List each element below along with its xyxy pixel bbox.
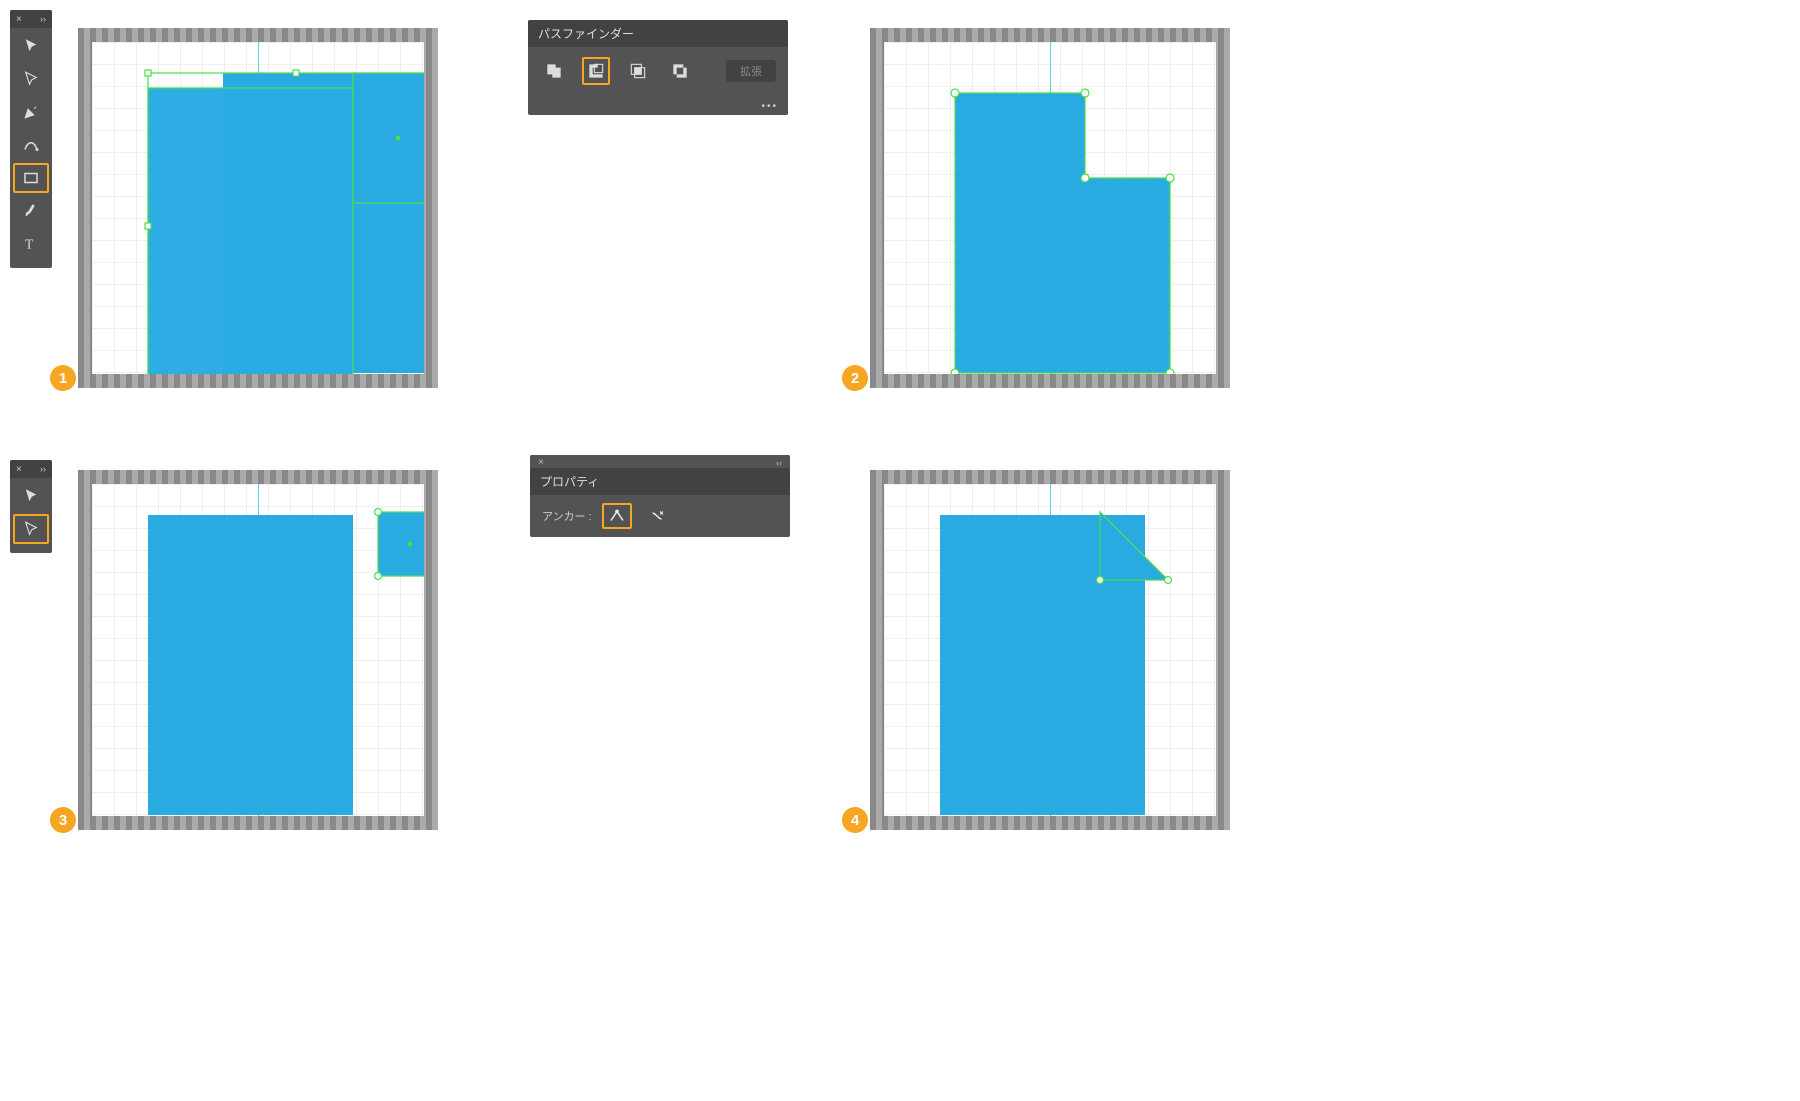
pathfinder-panel: パスファインダー 拡張 ••• — [528, 20, 788, 115]
canvas-step-2[interactable] — [870, 28, 1230, 388]
artwork-step-2 — [870, 28, 1230, 388]
pathfinder-unite[interactable] — [540, 57, 568, 85]
convert-to-corner[interactable] — [602, 503, 632, 529]
step-badge-3: 3 — [50, 807, 76, 833]
artwork-step-4 — [870, 470, 1230, 830]
direct-selection-tool[interactable] — [13, 514, 49, 544]
collapse-icon[interactable]: ›› — [40, 14, 46, 24]
close-icon[interactable]: × — [538, 457, 544, 468]
collapse-icon[interactable]: ‹‹ — [776, 458, 782, 468]
selection-tool[interactable] — [13, 481, 49, 511]
canvas-step-1[interactable] — [78, 28, 438, 388]
anchor-label: アンカー : — [542, 508, 592, 524]
pathfinder-title: パスファインダー — [538, 25, 778, 42]
toolbar-header: × ›› — [10, 10, 52, 28]
toolbar-header: × ›› — [10, 460, 52, 478]
direct-selection-tool[interactable] — [13, 64, 49, 94]
pathfinder-expand-button[interactable]: 拡張 — [726, 60, 776, 82]
step-badge-1: 1 — [50, 365, 76, 391]
properties-header: プロパティ — [530, 468, 790, 495]
properties-close-row: × ‹‹ — [530, 455, 790, 468]
selection-tool[interactable] — [13, 31, 49, 61]
close-icon[interactable]: × — [16, 464, 22, 475]
toolbar-panel: × ›› T — [10, 10, 52, 268]
pathfinder-footer: ••• — [528, 101, 788, 115]
anchor-row: アンカー : — [530, 495, 790, 537]
artwork-step-3 — [78, 470, 438, 830]
curvature-tool[interactable] — [13, 130, 49, 160]
properties-title: プロパティ — [540, 473, 780, 490]
canvas-step-4[interactable] — [870, 470, 1230, 830]
pathfinder-exclude[interactable] — [666, 57, 694, 85]
svg-text:T: T — [25, 237, 34, 252]
canvas-step-3[interactable] — [78, 470, 438, 830]
pen-tool[interactable] — [13, 97, 49, 127]
collapse-icon[interactable]: ›› — [40, 464, 46, 474]
close-icon[interactable]: × — [16, 14, 22, 25]
panel-menu-icon[interactable]: ••• — [761, 101, 778, 111]
rectangle-tool[interactable] — [13, 163, 49, 193]
remove-anchor[interactable] — [642, 503, 672, 529]
pathfinder-minus-front[interactable] — [582, 57, 610, 85]
artwork-step-1 — [78, 28, 438, 388]
paintbrush-tool[interactable] — [13, 196, 49, 226]
toolbar-panel-2: × ›› — [10, 460, 52, 553]
step-badge-2: 2 — [842, 365, 868, 391]
step-badge-4: 4 — [842, 807, 868, 833]
pathfinder-header: パスファインダー — [528, 20, 788, 47]
pathfinder-intersect[interactable] — [624, 57, 652, 85]
pathfinder-body: 拡張 — [528, 47, 788, 101]
properties-panel: × ‹‹ プロパティ アンカー : — [530, 455, 790, 537]
type-tool[interactable]: T — [13, 229, 49, 259]
